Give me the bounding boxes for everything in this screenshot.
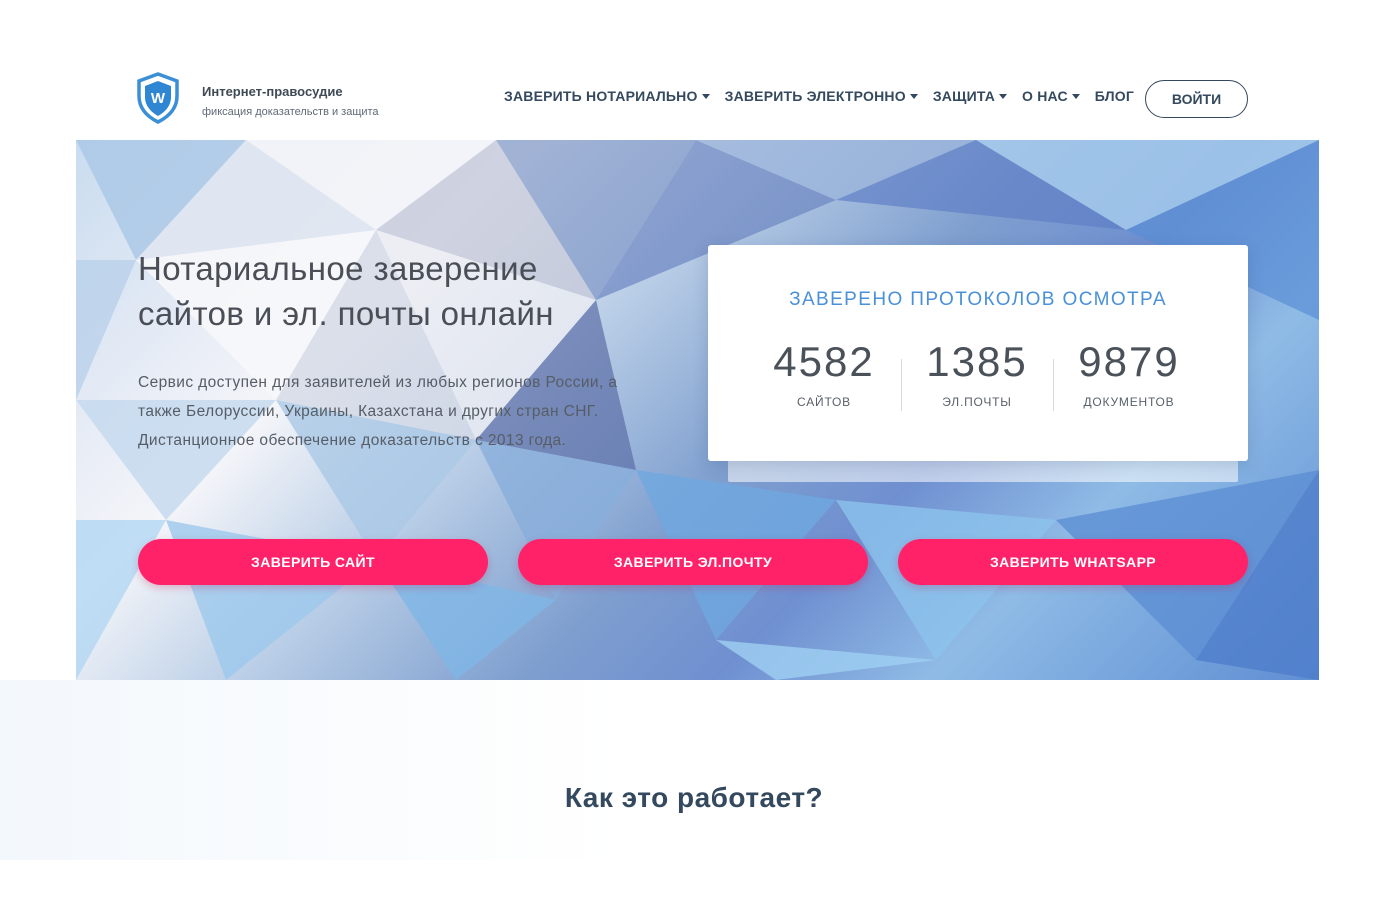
caret-down-icon: [909, 93, 918, 99]
nav-item-blog[interactable]: БЛОГ: [1095, 88, 1134, 104]
stats-card: ЗАВЕРЕНО ПРОТОКОЛОВ ОСМОТРА 4582 САЙТОВ …: [708, 245, 1248, 461]
stat-emails: 1385 ЭЛ.ПОЧТЫ: [901, 337, 1053, 409]
hero-title-line: сайтов и эл. почты онлайн: [138, 295, 554, 332]
brand-tagline: фиксация доказательств и защита: [202, 106, 379, 118]
caret-down-icon: [1071, 93, 1080, 99]
nav-item-label: БЛОГ: [1094, 88, 1134, 104]
certify-email-button[interactable]: ЗАВЕРИТЬ ЭЛ.ПОЧТУ: [518, 539, 868, 585]
hero-desc-line: также Белоруссии, Украины, Казахстана и …: [138, 403, 599, 420]
stat-value: 9879: [1078, 338, 1180, 385]
certify-site-button[interactable]: ЗАВЕРИТЬ САЙТ: [138, 539, 488, 585]
stat-documents: 9879 ДОКУМЕНТОВ: [1053, 337, 1205, 409]
logo[interactable]: W: [136, 72, 180, 124]
nav-item-label: О НАС: [1022, 88, 1068, 104]
stat-value: 1385: [926, 338, 1028, 385]
login-button[interactable]: ВОЙТИ: [1145, 80, 1248, 118]
how-it-works-title: Как это работает?: [564, 782, 824, 813]
hero-title: Нотариальное заверение сайтов и эл. почт…: [138, 246, 678, 336]
hero-desc-line: Сервис доступен для заявителей из любых …: [138, 374, 618, 391]
nav-item-label: ЗАВЕРИТЬ НОТАРИАЛЬНО: [504, 88, 698, 104]
brand-name[interactable]: Интернет-правосудие: [202, 84, 343, 99]
hero-title-line: Нотариальное заверение: [138, 250, 538, 287]
nav-item-notary[interactable]: ЗАВЕРИТЬ НОТАРИАЛЬНО: [504, 88, 710, 104]
nav-item-electronic[interactable]: ЗАВЕРИТЬ ЭЛЕКТРОННО: [725, 88, 918, 104]
nav-item-about[interactable]: О НАС: [1022, 88, 1080, 104]
nav-item-label: ЗАВЕРИТЬ ЭЛЕКТРОННО: [724, 88, 906, 104]
stat-label: ДОКУМЕНТОВ: [1083, 395, 1175, 409]
site-header: W Интернет-правосудие фиксация доказател…: [0, 0, 1388, 140]
shield-icon: W: [137, 72, 179, 124]
hero-description: Сервис доступен для заявителей из любых …: [138, 368, 698, 455]
nav-item-protection[interactable]: ЗАЩИТА: [932, 88, 1008, 104]
stats-card-shadow: [728, 460, 1238, 482]
nav-item-label: ЗАЩИТА: [932, 88, 996, 104]
decorative-fade: [0, 680, 620, 860]
caret-down-icon: [701, 93, 710, 99]
hero-desc-line: Дистанционное обеспечение доказательств …: [138, 432, 567, 449]
caret-down-icon: [999, 93, 1008, 99]
stat-sites: 4582 САЙТОВ: [748, 337, 900, 409]
hero-section: Нотариальное заверение сайтов и эл. почт…: [76, 140, 1319, 680]
logo-letter: W: [151, 90, 166, 107]
stat-label: САЙТОВ: [797, 395, 851, 409]
stat-label: ЭЛ.ПОЧТЫ: [942, 395, 1012, 409]
main-nav: ЗАВЕРИТЬ НОТАРИАЛЬНО ЗАВЕРИТЬ ЭЛЕКТРОННО…: [504, 88, 1149, 104]
stat-value: 4582: [773, 338, 875, 385]
certify-whatsapp-button[interactable]: ЗАВЕРИТЬ WHATSAPP: [898, 539, 1248, 585]
stats-title: ЗАВЕРЕНО ПРОТОКОЛОВ ОСМОТРА: [789, 289, 1167, 310]
